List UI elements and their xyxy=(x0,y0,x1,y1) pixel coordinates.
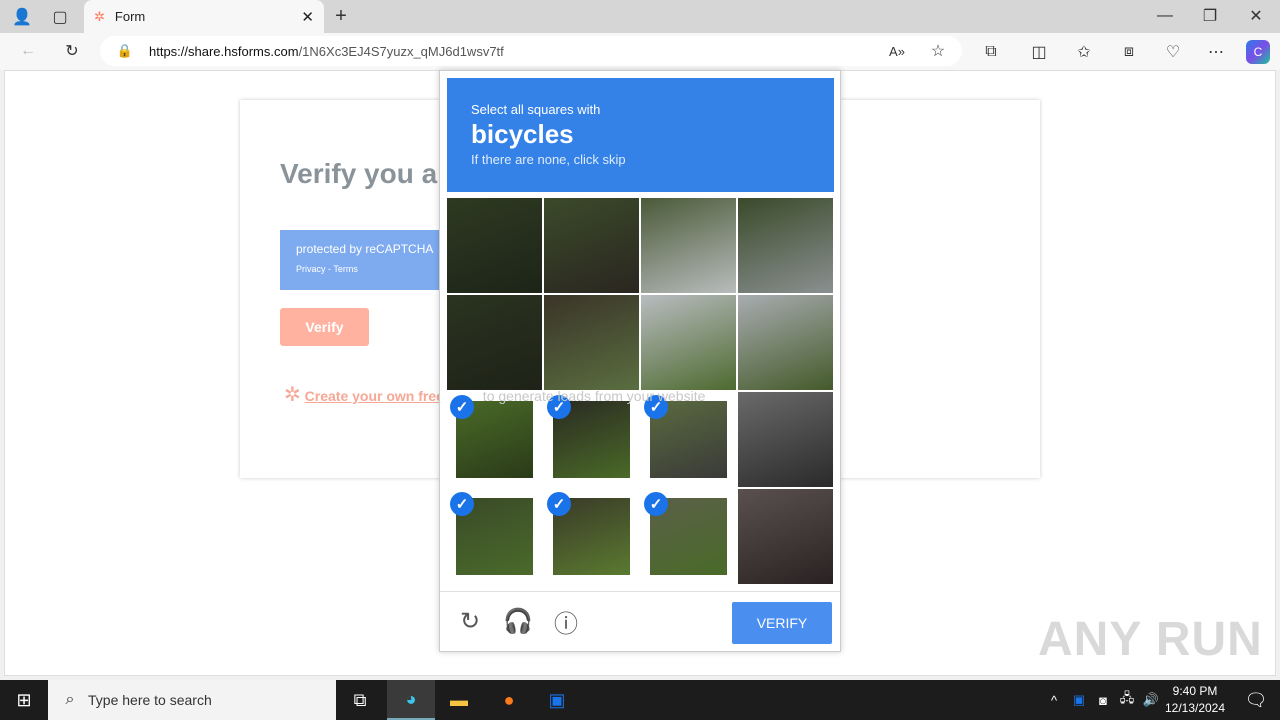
outlook-icon[interactable]: ▣ xyxy=(533,680,581,720)
camera-icon[interactable]: ◙ xyxy=(1092,680,1114,720)
tile-image xyxy=(447,198,542,293)
captcha-tile[interactable]: ✓ xyxy=(447,392,542,487)
tile-image xyxy=(641,295,736,390)
captcha-target: bicycles xyxy=(471,119,574,149)
recaptcha-badge[interactable]: protected by reCAPTCHA Privacy - Terms xyxy=(280,230,450,290)
captcha-tile[interactable]: ✓ xyxy=(544,392,639,487)
checkmark-icon: ✓ xyxy=(644,492,668,516)
new-tab-icon[interactable]: + xyxy=(330,5,352,27)
checkmark-icon: ✓ xyxy=(450,395,474,419)
show-hidden-icons[interactable]: ^ xyxy=(1042,680,1066,720)
favorite-star-icon[interactable]: ☆ xyxy=(928,41,948,61)
checkmark-icon: ✓ xyxy=(450,492,474,516)
notifications-icon[interactable]: 🗨 xyxy=(1232,680,1280,720)
time: 9:40 PM xyxy=(1172,684,1218,698)
tile-image xyxy=(641,198,736,293)
captcha-tile[interactable]: ✓ xyxy=(447,489,542,584)
browser-toolbar: ← ↻ 🔒 https://share.hsforms.com/1N6Xc3EJ… xyxy=(0,33,1280,70)
captcha-tile[interactable] xyxy=(738,392,833,487)
captcha-tile[interactable] xyxy=(544,198,639,293)
outlook-tray-icon[interactable]: ▣ xyxy=(1068,680,1090,720)
url-path: /1N6Xc3EJ4S7yuzx_qMJ6d1wsv7tf xyxy=(298,43,504,59)
captcha-instruction: Select all squares with xyxy=(471,102,601,117)
anyrun-watermark: ANY RUN xyxy=(1038,613,1263,666)
read-aloud-icon[interactable]: A» xyxy=(888,42,906,60)
tab-actions-icon[interactable]: ▢ xyxy=(48,6,72,28)
captcha-tile[interactable] xyxy=(544,295,639,390)
tile-image xyxy=(447,295,542,390)
search-icon: ⌕ xyxy=(65,691,75,708)
captcha-challenge: Select all squares with bicycles If ther… xyxy=(439,70,841,652)
close-tab-icon[interactable]: ✕ xyxy=(301,8,314,26)
captcha-tile[interactable] xyxy=(738,489,833,584)
info-icon[interactable]: ⓘ xyxy=(551,606,581,638)
captcha-tile[interactable]: ✓ xyxy=(641,489,736,584)
tile-image xyxy=(738,198,833,293)
minimize-icon[interactable]: — xyxy=(1155,6,1175,26)
restore-icon[interactable]: ❐ xyxy=(1200,6,1220,26)
verify-button[interactable]: Verify xyxy=(280,308,369,346)
task-view-icon[interactable]: ⧉ xyxy=(336,680,384,720)
recaptcha-text: protected by reCAPTCHA xyxy=(296,242,434,256)
checkmark-icon: ✓ xyxy=(547,492,571,516)
hubspot-logo-icon: ✲ xyxy=(284,384,301,406)
browser-essentials-icon[interactable]: ♡ xyxy=(1162,41,1184,63)
recaptcha-links[interactable]: Privacy - Terms xyxy=(296,264,434,274)
captcha-tile[interactable]: ✓ xyxy=(544,489,639,584)
address-bar[interactable]: 🔒 https://share.hsforms.com/1N6Xc3EJ4S7y… xyxy=(100,36,962,66)
captcha-tile[interactable] xyxy=(641,295,736,390)
clock[interactable]: 9:40 PM 12/13/2024 xyxy=(1160,683,1230,717)
collections-icon[interactable]: ⧈ xyxy=(1118,41,1140,63)
copilot-icon[interactable]: C xyxy=(1246,40,1270,64)
start-windows-icon[interactable]: ⊞ xyxy=(0,680,48,720)
tab-form[interactable]: ✲ Form ✕ xyxy=(84,0,324,33)
url-host: https://share.hsforms.com xyxy=(149,43,299,59)
edge-taskbar-icon[interactable]: ◕ xyxy=(387,680,435,720)
close-window-icon[interactable]: ✕ xyxy=(1246,6,1266,26)
captcha-tile[interactable] xyxy=(447,295,542,390)
firefox-icon[interactable]: ● xyxy=(485,680,533,720)
captcha-tile[interactable]: ✓ xyxy=(641,392,736,487)
file-explorer-icon[interactable]: ▬ xyxy=(435,680,483,720)
more-menu-icon[interactable]: ⋯ xyxy=(1205,41,1227,63)
captcha-verify-button[interactable]: VERIFY xyxy=(732,602,832,644)
volume-icon[interactable]: 🔊 xyxy=(1140,680,1162,720)
tab-title: Form xyxy=(114,9,146,24)
reload-icon[interactable]: ↻ xyxy=(455,606,485,636)
captcha-tile[interactable] xyxy=(447,198,542,293)
audio-headphones-icon[interactable]: 🎧 xyxy=(503,606,533,636)
hubspot-icon: ✲ xyxy=(94,8,105,24)
tile-image xyxy=(544,198,639,293)
tab-bar: 👤 ▢ ✲ Form ✕ + — ❐ ✕ xyxy=(0,0,1280,33)
tile-image xyxy=(738,392,833,487)
tile-image xyxy=(738,489,833,584)
cta-text: to generate leads from your website xyxy=(478,388,706,404)
refresh-icon[interactable]: ↻ xyxy=(62,41,82,61)
captcha-tile[interactable] xyxy=(641,198,736,293)
captcha-header: Select all squares with bicycles If ther… xyxy=(447,78,834,192)
back-icon[interactable]: ← xyxy=(18,41,38,61)
captcha-tile[interactable] xyxy=(738,295,833,390)
captcha-tile[interactable] xyxy=(738,198,833,293)
profile-icon[interactable]: 👤 xyxy=(10,6,34,28)
captcha-footer: ↻ 🎧 ⓘ VERIFY xyxy=(440,591,840,653)
favorites-icon[interactable]: ✩ xyxy=(1073,41,1095,63)
date: 12/13/2024 xyxy=(1164,701,1226,715)
captcha-hint: If there are none, click skip xyxy=(471,152,626,167)
lock-icon[interactable]: 🔒 xyxy=(116,42,134,60)
tile-image xyxy=(738,295,833,390)
taskbar: ⊞ ⌕ Type here to search ⧉ ◕ ▬ ● ▣ ^ ▣ ◙ … xyxy=(0,680,1280,720)
extensions-icon[interactable]: ⧉ xyxy=(980,41,1002,63)
tile-image xyxy=(544,295,639,390)
search-placeholder: Type here to search xyxy=(88,692,212,708)
network-icon[interactable]: 🖧 xyxy=(1116,680,1138,720)
taskbar-search[interactable]: ⌕ Type here to search xyxy=(48,680,336,720)
split-screen-icon[interactable]: ◫ xyxy=(1028,41,1050,63)
